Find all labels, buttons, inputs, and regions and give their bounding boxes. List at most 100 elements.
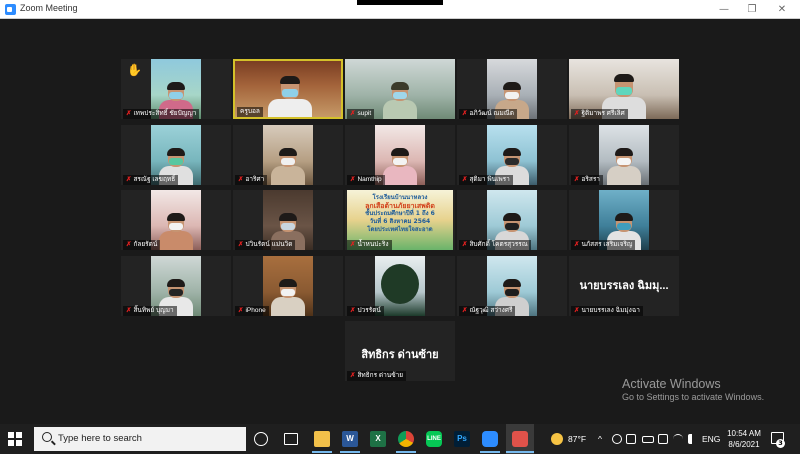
windows-taskbar: Type here to search W X LINE Ps 87°F ^ E… — [0, 424, 800, 454]
system-clock[interactable]: 10:54 AM 8/6/2021 — [724, 428, 764, 450]
cortana-icon[interactable] — [254, 432, 268, 446]
muted-mic-icon: ✗ — [462, 241, 468, 248]
participant-name: ✗ Namthip — [347, 175, 385, 185]
minimize-button[interactable]: — — [714, 1, 734, 18]
line-app-icon[interactable]: LINE — [426, 431, 442, 447]
zoom-taskbar-icon[interactable] — [482, 431, 498, 447]
display-icon[interactable] — [658, 434, 668, 444]
participant-tile[interactable]: ✗ supit — [345, 59, 455, 119]
muted-mic-icon: ✗ — [350, 176, 356, 183]
notification-count-badge: 3 — [776, 439, 785, 448]
running-indicator — [312, 451, 332, 453]
participant-tile[interactable]: ✗ Namthip — [345, 125, 455, 185]
participant-figure — [159, 213, 193, 250]
poster-text: โรงเรียนบ้านนาหลวง ลูกเสือต้านภัยยาเสพติ… — [365, 194, 435, 233]
participant-tile-no-video[interactable]: สิทธิกร ด่านซ้าย ✗ สิทธิกร ด่านซ้าย — [345, 321, 455, 381]
restore-button[interactable]: ❐ — [742, 1, 762, 18]
file-explorer-icon[interactable] — [314, 431, 330, 447]
participant-tile[interactable]: ✗ นภัสสร เสริมเจริญ — [569, 190, 679, 250]
participant-display-name: นายบรรเลง ฉิมมุ... — [579, 280, 669, 292]
meet-now-icon[interactable] — [612, 434, 622, 444]
hidden-icons-chevron-icon[interactable]: ^ — [598, 424, 602, 454]
weather-sun-icon[interactable] — [551, 433, 563, 445]
search-placeholder: Type here to search — [58, 433, 142, 444]
gallery-view: ✋ ✗ เทพประสิทธิ์ ชัยปัญญา ครูบอล ✗ supit ✗… — [4, 19, 796, 424]
participant-tile[interactable]: ✗ ณัฐวุฒิ สว่างศรี — [457, 256, 567, 316]
weather-temp[interactable]: 87°F — [568, 424, 586, 454]
watermark-subtitle: Go to Settings to activate Windows. — [622, 392, 765, 402]
excel-icon[interactable]: X — [370, 431, 386, 447]
participant-tile[interactable]: ✗ อาริศา — [233, 125, 343, 185]
active-app-icon[interactable] — [512, 431, 528, 447]
muted-mic-icon: ✗ — [350, 241, 356, 248]
participant-name: ✗ กัลยรัตน์ — [123, 240, 161, 250]
muted-mic-icon: ✗ — [126, 241, 132, 248]
participant-name: ✗ iPhone — [235, 306, 269, 316]
participant-video — [263, 125, 313, 185]
windows-start-icon[interactable] — [8, 432, 22, 446]
participant-tile[interactable]: ✗ สิบศักดิ์ โคตรสุวรรณ — [457, 190, 567, 250]
muted-mic-icon: ✗ — [126, 110, 132, 117]
participant-tile[interactable]: ✗ iPhone — [233, 256, 343, 316]
search-icon — [42, 432, 52, 442]
onedrive-icon[interactable] — [626, 434, 636, 444]
participant-figure — [271, 148, 305, 185]
running-indicator — [480, 451, 500, 453]
muted-mic-icon: ✗ — [238, 307, 244, 314]
muted-mic-icon: ✗ — [238, 241, 244, 248]
participant-name: ✗ อาริศา — [235, 175, 268, 185]
participant-tile[interactable]: ✗ ปวรรัตน์ — [345, 256, 455, 316]
participant-name: ✗ ณัฐวุฒิ สว่างศรี — [459, 306, 516, 316]
muted-mic-icon: ✗ — [462, 307, 468, 314]
muted-mic-icon: ✗ — [574, 307, 580, 314]
watermark-title: Activate Windows — [622, 377, 721, 391]
participant-tile[interactable]: ✗ ฐิติมาพร ศรีเลิศ — [569, 59, 679, 119]
participant-name: ✗ สิ้นทิพย์ บุญมา — [123, 306, 177, 316]
participant-name: ครูบอล — [237, 107, 263, 117]
participant-name: ✗ สุติมา พินเพรา — [459, 175, 513, 185]
participant-tile[interactable]: ✗ ปวินรัตน์ แม่นวิด — [233, 190, 343, 250]
taskbar-search-box[interactable]: Type here to search — [34, 427, 246, 451]
participant-name: ✗ ปวรรัตน์ — [347, 306, 384, 316]
photoshop-icon[interactable]: Ps — [454, 431, 470, 447]
task-view-icon[interactable] — [284, 433, 298, 445]
word-icon[interactable]: W — [342, 431, 358, 447]
participant-video — [263, 256, 313, 316]
muted-mic-icon: ✗ — [238, 176, 244, 183]
muted-mic-icon: ✗ — [574, 176, 580, 183]
input-language[interactable]: ENG — [702, 424, 720, 454]
clock-time: 10:54 AM — [727, 429, 761, 438]
muted-mic-icon: ✗ — [574, 110, 580, 117]
participant-tile[interactable]: ✗ อภิวัฒน์ ณมณีต — [457, 59, 567, 119]
tree-shape — [381, 264, 419, 304]
participant-name: ✗ เทพประสิทธิ์ ชัยปัญญา — [123, 109, 200, 119]
participant-name: ✗ น้ำหนปะริง — [347, 240, 392, 250]
participant-tile-active-speaker[interactable]: ครูบอล — [233, 59, 343, 119]
participant-name: ✗ อภิวัฒน์ ณมณีต — [459, 109, 517, 119]
participant-tile[interactable]: ✗ กัลยรัตน์ — [121, 190, 231, 250]
participant-video — [599, 125, 649, 185]
raised-hand-icon: ✋ — [127, 63, 142, 77]
volume-icon[interactable] — [688, 434, 697, 444]
participant-tile-no-video[interactable]: นายบรรเลง ฉิมมุ... ✗ นายบรรเลง ฉิมมุ่งฉา — [569, 256, 679, 316]
muted-mic-icon: ✗ — [126, 176, 132, 183]
chrome-icon[interactable] — [398, 431, 414, 447]
participant-tile[interactable]: ✋ ✗ เทพประสิทธิ์ ชัยปัญญา — [121, 59, 231, 119]
muted-mic-icon: ✗ — [462, 176, 468, 183]
participant-tile[interactable]: ✗ สิ้นทิพย์ บุญมา — [121, 256, 231, 316]
clock-date: 8/6/2021 — [728, 440, 760, 449]
participant-name: ✗ นภัสสร เสริมเจริญ — [571, 240, 636, 250]
muted-mic-icon: ✗ — [462, 110, 468, 117]
muted-mic-icon: ✗ — [350, 110, 356, 117]
participant-tile[interactable]: ✗ สุติมา พินเพรา — [457, 125, 567, 185]
participant-tile[interactable]: ✗ สรณัฐ เลขฤทธิ์ — [121, 125, 231, 185]
meeting-top-bar — [357, 0, 443, 5]
participant-name: ✗ สรณัฐ เลขฤทธิ์ — [123, 175, 179, 185]
participant-tile[interactable]: ✗ อริสรา — [569, 125, 679, 185]
battery-icon[interactable] — [642, 436, 654, 443]
close-button[interactable]: ✕ — [772, 1, 792, 18]
participant-tile[interactable]: โรงเรียนบ้านนาหลวง ลูกเสือต้านภัยยาเสพติ… — [345, 190, 455, 250]
running-indicator — [506, 451, 534, 453]
zoom-app-icon — [5, 4, 16, 15]
wifi-icon[interactable] — [673, 434, 683, 444]
